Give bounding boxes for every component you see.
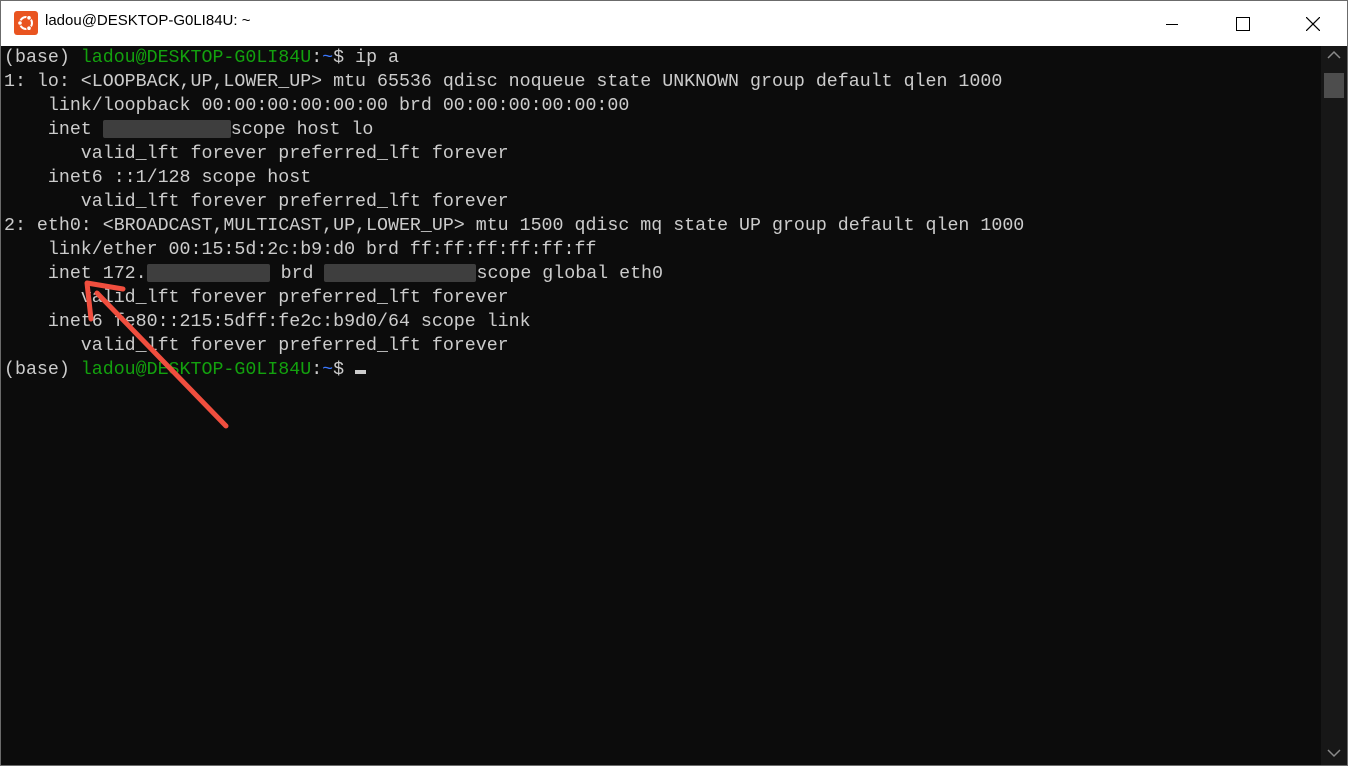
terminal-window: ladou@DESKTOP-G0LI84U: ~ (base) ladou@DE… xyxy=(0,0,1348,766)
red-arrow-icon xyxy=(84,280,229,429)
